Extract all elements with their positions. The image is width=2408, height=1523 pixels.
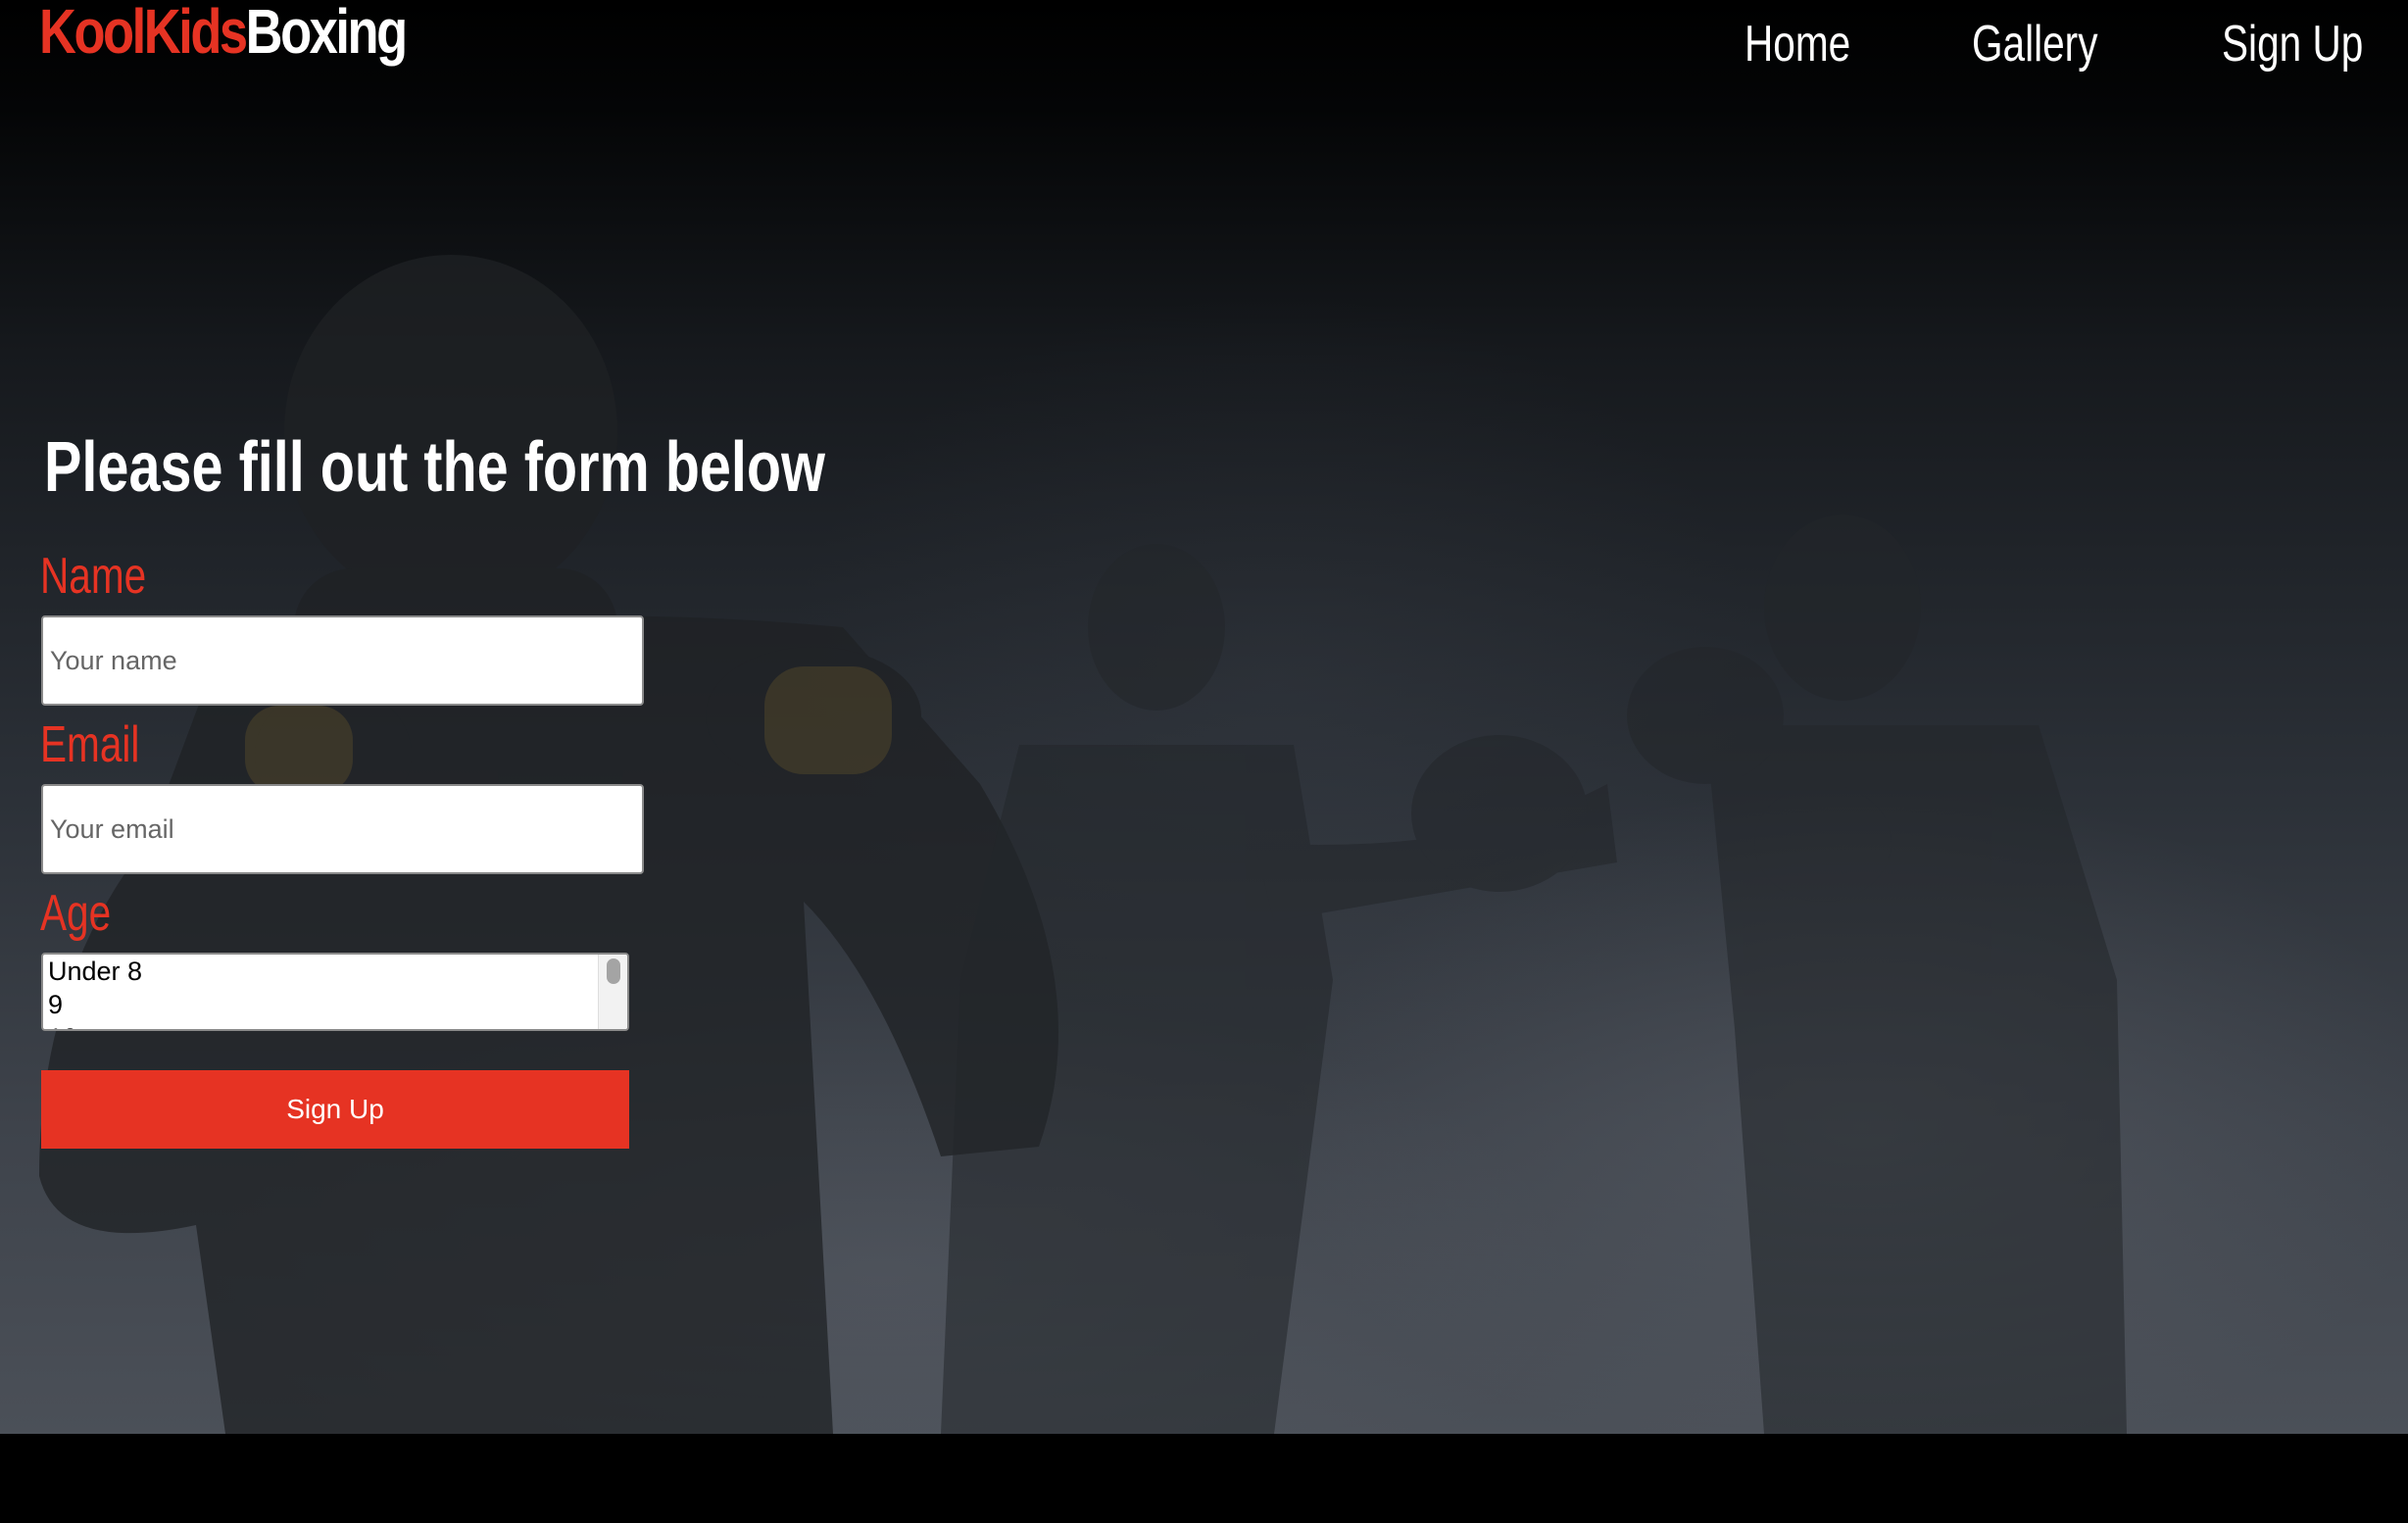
form-title: Please fill out the form below [44, 428, 825, 507]
age-label: Age [40, 885, 112, 942]
age-scrollbar[interactable] [598, 955, 627, 1029]
site-logo[interactable]: KoolKidsBoxing [39, 0, 409, 67]
age-option[interactable]: Under 8 [43, 955, 627, 988]
hero-background [0, 0, 2408, 1434]
age-select[interactable]: Under 8 9 10 [41, 953, 629, 1031]
nav-sign-up[interactable]: Sign Up [2222, 12, 2363, 76]
age-scrollbar-thumb[interactable] [607, 958, 620, 984]
name-label: Name [40, 548, 147, 605]
nav-gallery[interactable]: Gallery [1972, 12, 2097, 76]
nav-home[interactable]: Home [1745, 12, 1850, 76]
age-option[interactable]: 10 [43, 1021, 627, 1029]
boxers-silhouette-image [39, 255, 2127, 1434]
name-input[interactable] [41, 615, 644, 706]
site-footer [0, 1434, 2408, 1523]
age-option[interactable]: 9 [43, 988, 627, 1021]
logo-part-boxing: Boxing [245, 0, 409, 67]
email-input[interactable] [41, 784, 644, 874]
email-label: Email [40, 716, 140, 773]
logo-part-koolkids: KoolKids [39, 0, 248, 67]
sign-up-button[interactable]: Sign Up [41, 1070, 629, 1149]
site-header: KoolKidsBoxing Home Gallery Sign Up [0, 0, 2408, 98]
